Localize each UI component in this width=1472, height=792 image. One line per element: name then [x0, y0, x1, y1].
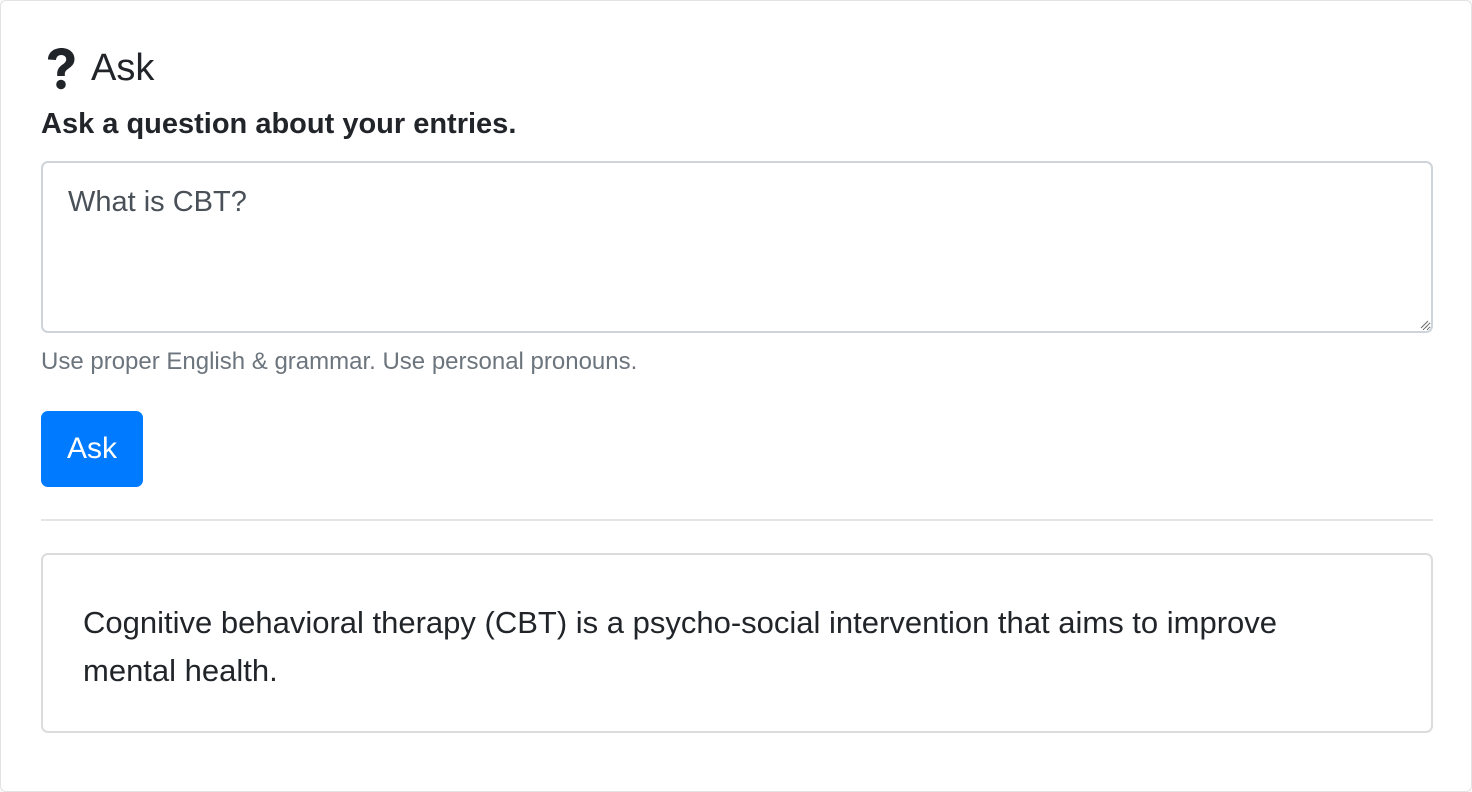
question-label: Ask a question about your entries. — [41, 108, 517, 140]
question-input[interactable] — [41, 161, 1433, 333]
helper-text: Use proper English & grammar. Use person… — [41, 348, 638, 375]
ask-button[interactable]: Ask — [41, 411, 143, 487]
page-title: Ask — [91, 47, 155, 89]
divider — [41, 519, 1433, 521]
ask-card: Ask Ask a question about your entries. U… — [0, 0, 1472, 792]
page-header: Ask — [41, 45, 154, 91]
question-mark-icon — [41, 45, 81, 91]
answer-box: Cognitive behavioral therapy (CBT) is a … — [41, 553, 1433, 733]
answer-text: Cognitive behavioral therapy (CBT) is a … — [83, 605, 1278, 688]
